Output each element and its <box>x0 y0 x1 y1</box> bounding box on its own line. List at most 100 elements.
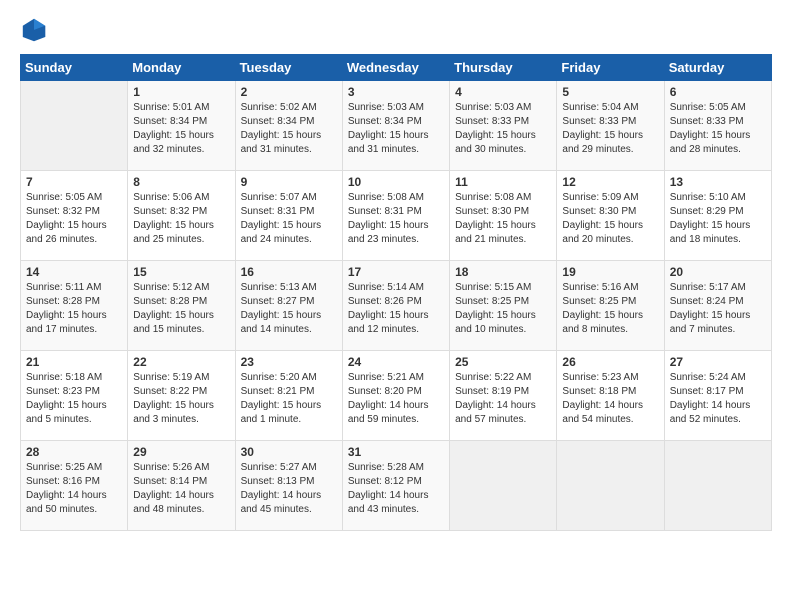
day-number: 28 <box>26 445 122 459</box>
day-info: Sunrise: 5:18 AM Sunset: 8:23 PM Dayligh… <box>26 371 122 427</box>
day-number: 29 <box>133 445 229 459</box>
day-number: 25 <box>455 355 551 369</box>
day-number: 9 <box>241 175 337 189</box>
day-info: Sunrise: 5:13 AM Sunset: 8:27 PM Dayligh… <box>241 281 337 337</box>
day-info: Sunrise: 5:24 AM Sunset: 8:17 PM Dayligh… <box>670 371 766 427</box>
day-cell: 30Sunrise: 5:27 AM Sunset: 8:13 PM Dayli… <box>235 441 342 531</box>
day-info: Sunrise: 5:08 AM Sunset: 8:31 PM Dayligh… <box>348 191 444 247</box>
header-day: Saturday <box>664 55 771 81</box>
day-cell: 14Sunrise: 5:11 AM Sunset: 8:28 PM Dayli… <box>21 261 128 351</box>
day-info: Sunrise: 5:04 AM Sunset: 8:33 PM Dayligh… <box>562 101 658 157</box>
day-info: Sunrise: 5:19 AM Sunset: 8:22 PM Dayligh… <box>133 371 229 427</box>
day-info: Sunrise: 5:23 AM Sunset: 8:18 PM Dayligh… <box>562 371 658 427</box>
day-number: 12 <box>562 175 658 189</box>
day-number: 8 <box>133 175 229 189</box>
day-cell: 29 Sunrise: 5:26 AM Sunset: 8:14 PM Dayli… <box>128 441 235 531</box>
day-info: Sunrise: 5:26 AM Sunset: 8:14 PM Dayligh… <box>133 461 229 517</box>
day-number: 31 <box>348 445 444 459</box>
day-cell: 10 Sunrise: 5:08 AM Sunset: 8:31 PM Dayli… <box>342 171 449 261</box>
header-day: Wednesday <box>342 55 449 81</box>
logo <box>20 16 52 44</box>
day-cell <box>557 441 664 531</box>
day-info: Sunrise: 5:01 AM Sunset: 8:34 PM Dayligh… <box>133 101 229 157</box>
header-row: SundayMondayTuesdayWednesdayThursdayFrid… <box>21 55 772 81</box>
day-cell: 21 Sunrise: 5:18 AM Sunset: 8:23 PM Dayli… <box>21 351 128 441</box>
day-number: 23 <box>241 355 337 369</box>
day-info: Sunrise: 5:05 AM Sunset: 8:32 PM Dayligh… <box>26 191 122 247</box>
day-cell: 4 Sunrise: 5:03 AM Sunset: 8:33 PM Daylig… <box>450 81 557 171</box>
day-cell: 26 Sunrise: 5:23 AM Sunset: 8:18 PM Dayli… <box>557 351 664 441</box>
week-row: 1 Sunrise: 5:01 AM Sunset: 8:34 PM Daylig… <box>21 81 772 171</box>
day-cell: 9 Sunrise: 5:07 AM Sunset: 8:31 PM Daylig… <box>235 171 342 261</box>
day-cell: 16 Sunrise: 5:13 AM Sunset: 8:27 PM Dayli… <box>235 261 342 351</box>
day-cell: 22 Sunrise: 5:19 AM Sunset: 8:22 PM Dayli… <box>128 351 235 441</box>
day-number: 10 <box>348 175 444 189</box>
day-cell: 15 Sunrise: 5:12 AM Sunset: 8:28 PM Dayli… <box>128 261 235 351</box>
day-cell: 3Sunrise: 5:03 AM Sunset: 8:34 PM Daylig… <box>342 81 449 171</box>
day-number: 22 <box>133 355 229 369</box>
day-info: Sunrise: 5:03 AM Sunset: 8:33 PM Dayligh… <box>455 101 551 157</box>
week-row: 21 Sunrise: 5:18 AM Sunset: 8:23 PM Dayli… <box>21 351 772 441</box>
day-number: 2 <box>241 85 337 99</box>
day-info: Sunrise: 5:28 AM Sunset: 8:12 PM Dayligh… <box>348 461 444 517</box>
day-number: 6 <box>670 85 766 99</box>
day-number: 1 <box>133 85 229 99</box>
day-info: Sunrise: 5:20 AM Sunset: 8:21 PM Dayligh… <box>241 371 337 427</box>
header-day: Tuesday <box>235 55 342 81</box>
day-cell: 7 Sunrise: 5:05 AM Sunset: 8:32 PM Daylig… <box>21 171 128 261</box>
day-number: 24 <box>348 355 444 369</box>
header-day: Thursday <box>450 55 557 81</box>
week-row: 14Sunrise: 5:11 AM Sunset: 8:28 PM Dayli… <box>21 261 772 351</box>
day-info: Sunrise: 5:12 AM Sunset: 8:28 PM Dayligh… <box>133 281 229 337</box>
day-info: Sunrise: 5:21 AM Sunset: 8:20 PM Dayligh… <box>348 371 444 427</box>
day-info: Sunrise: 5:16 AM Sunset: 8:25 PM Dayligh… <box>562 281 658 337</box>
header-day: Monday <box>128 55 235 81</box>
week-row: 7 Sunrise: 5:05 AM Sunset: 8:32 PM Daylig… <box>21 171 772 261</box>
day-cell: 11 Sunrise: 5:08 AM Sunset: 8:30 PM Dayli… <box>450 171 557 261</box>
day-number: 17 <box>348 265 444 279</box>
day-cell: 18 Sunrise: 5:15 AM Sunset: 8:25 PM Dayli… <box>450 261 557 351</box>
day-number: 16 <box>241 265 337 279</box>
day-number: 7 <box>26 175 122 189</box>
page: SundayMondayTuesdayWednesdayThursdayFrid… <box>0 0 792 551</box>
day-info: Sunrise: 5:09 AM Sunset: 8:30 PM Dayligh… <box>562 191 658 247</box>
week-row: 28Sunrise: 5:25 AM Sunset: 8:16 PM Dayli… <box>21 441 772 531</box>
day-info: Sunrise: 5:03 AM Sunset: 8:34 PM Dayligh… <box>348 101 444 157</box>
day-number: 27 <box>670 355 766 369</box>
day-info: Sunrise: 5:07 AM Sunset: 8:31 PM Dayligh… <box>241 191 337 247</box>
day-number: 4 <box>455 85 551 99</box>
day-cell: 13 Sunrise: 5:10 AM Sunset: 8:29 PM Dayli… <box>664 171 771 261</box>
header-day: Friday <box>557 55 664 81</box>
day-number: 18 <box>455 265 551 279</box>
day-cell <box>664 441 771 531</box>
day-cell <box>21 81 128 171</box>
day-cell: 17 Sunrise: 5:14 AM Sunset: 8:26 PM Dayli… <box>342 261 449 351</box>
day-cell: 6Sunrise: 5:05 AM Sunset: 8:33 PM Daylig… <box>664 81 771 171</box>
day-info: Sunrise: 5:15 AM Sunset: 8:25 PM Dayligh… <box>455 281 551 337</box>
day-number: 30 <box>241 445 337 459</box>
day-number: 21 <box>26 355 122 369</box>
day-number: 11 <box>455 175 551 189</box>
day-info: Sunrise: 5:17 AM Sunset: 8:24 PM Dayligh… <box>670 281 766 337</box>
day-cell: 27 Sunrise: 5:24 AM Sunset: 8:17 PM Dayli… <box>664 351 771 441</box>
day-info: Sunrise: 5:22 AM Sunset: 8:19 PM Dayligh… <box>455 371 551 427</box>
day-number: 15 <box>133 265 229 279</box>
day-number: 26 <box>562 355 658 369</box>
day-cell <box>450 441 557 531</box>
day-cell: 12 Sunrise: 5:09 AM Sunset: 8:30 PM Dayli… <box>557 171 664 261</box>
day-number: 20 <box>670 265 766 279</box>
day-cell: 31 Sunrise: 5:28 AM Sunset: 8:12 PM Dayli… <box>342 441 449 531</box>
header <box>20 16 772 44</box>
day-cell: 25 Sunrise: 5:22 AM Sunset: 8:19 PM Dayli… <box>450 351 557 441</box>
day-cell: 8 Sunrise: 5:06 AM Sunset: 8:32 PM Daylig… <box>128 171 235 261</box>
day-info: Sunrise: 5:10 AM Sunset: 8:29 PM Dayligh… <box>670 191 766 247</box>
day-info: Sunrise: 5:06 AM Sunset: 8:32 PM Dayligh… <box>133 191 229 247</box>
day-cell: 2Sunrise: 5:02 AM Sunset: 8:34 PM Daylig… <box>235 81 342 171</box>
day-cell: 5Sunrise: 5:04 AM Sunset: 8:33 PM Daylig… <box>557 81 664 171</box>
day-cell: 20 Sunrise: 5:17 AM Sunset: 8:24 PM Dayli… <box>664 261 771 351</box>
day-info: Sunrise: 5:08 AM Sunset: 8:30 PM Dayligh… <box>455 191 551 247</box>
day-number: 13 <box>670 175 766 189</box>
day-info: Sunrise: 5:14 AM Sunset: 8:26 PM Dayligh… <box>348 281 444 337</box>
day-cell: 24 Sunrise: 5:21 AM Sunset: 8:20 PM Dayli… <box>342 351 449 441</box>
logo-icon <box>20 16 48 44</box>
